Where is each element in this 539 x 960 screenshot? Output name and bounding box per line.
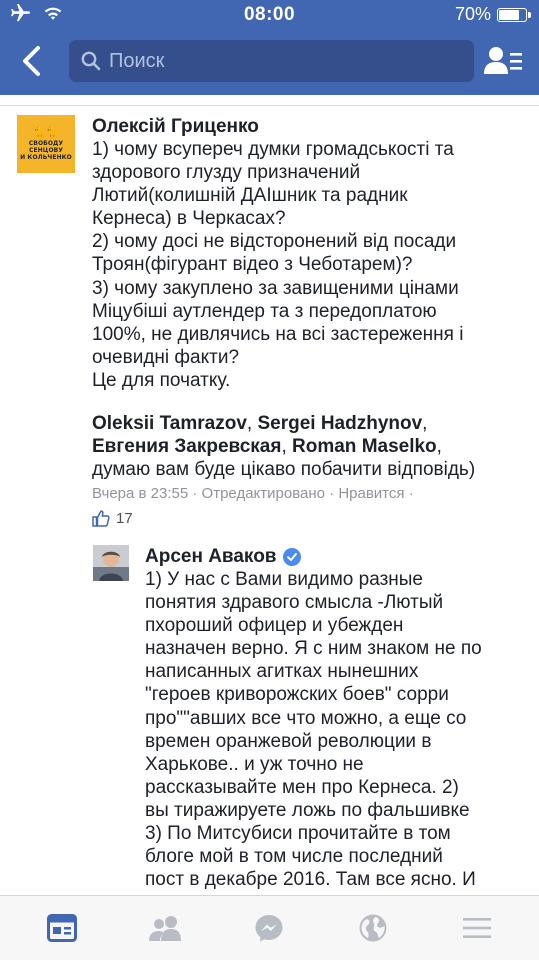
avatar-line: СВОБОДУ: [28, 139, 64, 147]
tab-messenger[interactable]: [239, 903, 299, 953]
person-list-icon: [484, 47, 522, 74]
likes-summary[interactable]: 17: [92, 509, 532, 527]
reply-line: назначен верно. Я с ним знаком не по: [145, 638, 482, 660]
verified-badge-icon: [283, 547, 302, 566]
comment-line: здорового глузду призначений: [92, 162, 361, 184]
profile-photo: [93, 545, 129, 581]
reply-author[interactable]: Арсен Аваков: [145, 545, 276, 568]
comment-time[interactable]: Вчера в 23:55: [92, 485, 188, 502]
friends-icon: [148, 916, 181, 941]
reply-line: "героев криворожских боев" сорри: [145, 684, 449, 706]
battery-icon: [497, 7, 531, 22]
reply-line: пхороший офицер и убежден: [145, 615, 404, 637]
comments-thread: 🐈🐈 СВОБОДУ СЕНЦОВУ И КОЛЬЧЕНКО Олексій Г…: [0, 95, 539, 895]
tagged-user[interactable]: Oleksii Tamrazov: [92, 413, 247, 434]
tab-friends[interactable]: [136, 903, 196, 953]
comment-line: 3) чому закуплено за завищеними цінами: [92, 277, 459, 299]
reply-line: написанных агитках нынешних: [145, 661, 419, 683]
comment-line: Троян(фігурант відео з Чеботарем)?: [92, 254, 413, 276]
comment-line: Міцубіші аутлендер та з передоплатою: [92, 300, 437, 322]
search-icon: [81, 51, 101, 71]
reply-line: блоге мой в том числе последний: [145, 846, 443, 868]
edited-label[interactable]: Отредактировано: [202, 485, 325, 502]
tagged-user[interactable]: Евгения Закревская: [92, 436, 281, 457]
comment-line: 100%, не дивлячись на всі застереження і: [92, 323, 464, 345]
reply-line: 3) По Митсубиси прочитайте в том: [145, 823, 451, 845]
news-feed-icon: [46, 914, 77, 942]
reply-body: Арсен Аваков 1) У нас с Вами видимо разн…: [145, 545, 535, 891]
avatar-line: СЕНЦОВУ: [28, 146, 64, 154]
reply-line: понятия здравого смысла -Лютый: [145, 592, 444, 614]
comment-body: Олексій Гриценко 1) чому всупереч думки …: [92, 115, 532, 527]
app-header: 08:00 70%: [0, 0, 539, 95]
divider: [0, 105, 539, 106]
search-input[interactable]: [109, 49, 449, 73]
bottom-tab-bar: [0, 895, 539, 960]
hamburger-menu-icon: [463, 918, 492, 938]
messenger-icon: [255, 915, 283, 942]
thumbs-up-icon: [92, 510, 110, 527]
search-box[interactable]: [69, 40, 474, 82]
avatar[interactable]: 🐈🐈 СВОБОДУ СЕНЦОВУ И КОЛЬЧЕНКО: [17, 115, 75, 173]
tab-news-feed[interactable]: [32, 903, 92, 953]
status-bar: 08:00 70%: [0, 0, 539, 30]
reply-line: вы тиражируете ложь по фальшивке: [145, 799, 470, 821]
reply-line: пост в декабре 2016. Там все ясно. И: [145, 869, 476, 891]
comment-line: Це для початку.: [92, 369, 231, 391]
tab-notifications[interactable]: [343, 903, 403, 953]
meta-separator: ·: [192, 485, 202, 503]
avatar[interactable]: [93, 545, 129, 581]
comment-meta: Вчера в 23:55 · Отредактировано · Нравит…: [92, 484, 532, 504]
meta-separator: ·: [329, 485, 339, 503]
like-link[interactable]: Нравится: [338, 485, 404, 502]
battery-percent: 70%: [454, 4, 491, 24]
reply-line: 1) У нас с Вами видимо разные: [145, 569, 423, 590]
status-right: 70%: [454, 4, 531, 25]
comment-line: Кернеса) в Черкасах?: [92, 208, 286, 230]
avatar-line: И КОЛЬЧЕНКО: [20, 153, 72, 161]
tab-menu[interactable]: [447, 903, 507, 953]
friend-requests-button[interactable]: [484, 44, 524, 78]
meta-separator: ·: [408, 485, 414, 503]
cat-icon: 🐈🐈: [33, 126, 59, 138]
reply-line: времен оранжевой революции в: [145, 730, 432, 752]
tag-message: думаю вам буде цікаво побачити відповідь…: [92, 459, 476, 481]
tagged-user[interactable]: Sergei Hadzhynov: [257, 413, 422, 434]
battery-level: [499, 9, 519, 20]
reply-text: 1) У нас с Вами видимо разные понятия зд…: [145, 568, 535, 891]
comment-line: 1) чому всупереч думки громадськості та: [92, 139, 454, 160]
comment-line: Лютий(колишній ДАІшник та радник: [92, 185, 408, 207]
reply-line: рассказывайте мен про Кернеса. 2): [145, 776, 459, 798]
reply-author-row: Арсен Аваков: [145, 545, 535, 568]
tagged-people: Oleksii Tamrazov, Sergei Hadzhynov, Евге…: [92, 412, 532, 481]
comment-text: 1) чому всупереч думки громадськості та …: [92, 138, 532, 392]
comment-author[interactable]: Олексій Гриценко: [92, 115, 532, 138]
reply-line: про""авших все что можно, а еще со: [145, 707, 467, 729]
likes-count: 17: [116, 509, 133, 527]
tagged-user[interactable]: Roman Maselko: [292, 436, 437, 457]
chevron-left-icon: [23, 46, 40, 76]
globe-icon: [359, 914, 387, 942]
back-button[interactable]: [18, 44, 48, 78]
comment-line: 2) чому досі не відсторонений від посади: [92, 231, 457, 253]
comment-line: очевидні факти?: [92, 346, 240, 368]
reply-line: Харькове.. и уж точно не: [145, 753, 364, 775]
